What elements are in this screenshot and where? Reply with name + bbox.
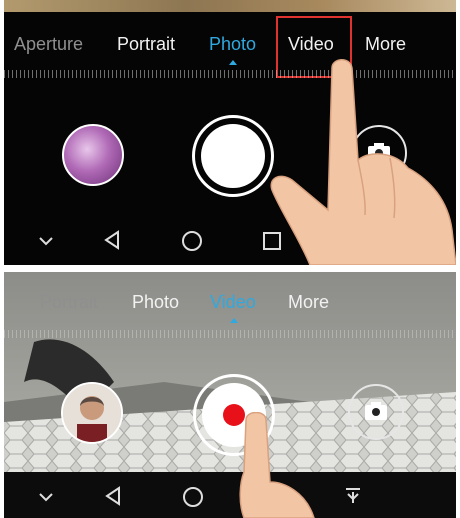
switch-camera-icon [365, 402, 387, 420]
mode-scroll-ruler[interactable] [4, 330, 456, 338]
mode-more[interactable]: More [288, 292, 329, 313]
active-mode-indicator [230, 318, 238, 323]
active-mode-indicator [229, 60, 237, 65]
chevron-down-icon[interactable] [36, 488, 56, 506]
viewfinder-edge [4, 0, 456, 12]
back-icon[interactable] [101, 229, 123, 251]
mode-portrait[interactable]: Portrait [40, 292, 98, 313]
mode-portrait[interactable]: Portrait [117, 34, 175, 55]
camera-video-mode-panel: Portrait Photo Video More [4, 272, 456, 518]
switch-camera-button[interactable] [348, 384, 404, 440]
home-icon[interactable] [181, 485, 205, 509]
gallery-thumbnail[interactable] [62, 124, 124, 186]
notification-down-icon[interactable] [342, 485, 364, 507]
person-photo-thumbnail [63, 384, 121, 442]
mode-photo[interactable]: Photo [132, 292, 179, 313]
pointing-finger-illustration [239, 412, 315, 518]
gallery-thumbnail[interactable] [61, 382, 123, 444]
system-nav-bar [4, 482, 456, 512]
back-icon[interactable] [102, 485, 124, 507]
camera-photo-mode-panel: Aperture Portrait Photo Video More [4, 0, 456, 265]
home-icon[interactable] [180, 229, 204, 253]
mode-photo[interactable]: Photo [209, 34, 256, 55]
mode-aperture[interactable]: Aperture [14, 34, 83, 55]
pointing-hand-illustration [270, 59, 456, 265]
shutter-core [201, 124, 265, 188]
mode-video[interactable]: Video [210, 292, 256, 313]
chevron-down-icon[interactable] [36, 232, 56, 250]
